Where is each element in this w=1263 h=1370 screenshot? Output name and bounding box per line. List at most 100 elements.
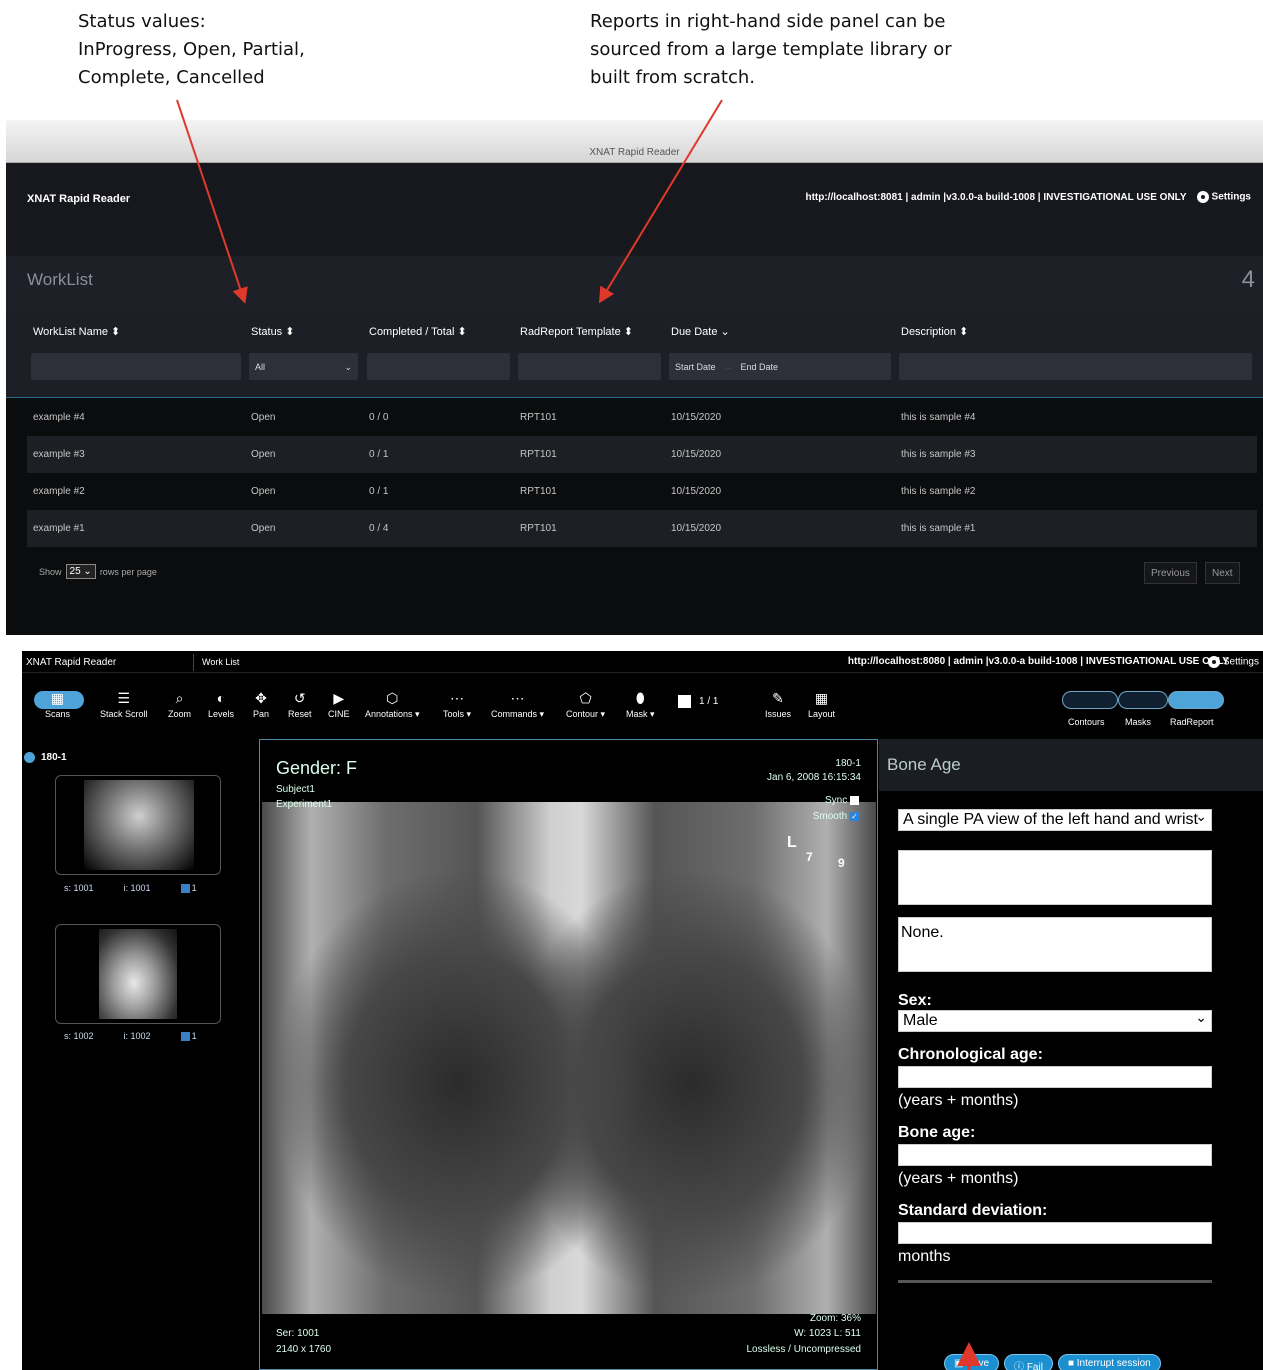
masks-toggle[interactable] <box>1118 691 1168 709</box>
col-name[interactable]: WorkList Name ⬍ <box>33 325 120 338</box>
filter-status-select[interactable]: All ⌄ <box>249 353 358 380</box>
radreport-label: RadReport <box>1170 717 1214 727</box>
levels-button[interactable]: ◐ Levels <box>208 690 234 719</box>
settings-button[interactable]: Settings <box>1207 656 1259 668</box>
view-select[interactable]: A single PA view of the left hand and wr… <box>898 809 1212 831</box>
col-template[interactable]: RadReport Template ⬍ <box>520 325 633 338</box>
frame-indicator: 1 / 1 <box>678 695 718 708</box>
filter-completed-input[interactable] <box>367 353 510 380</box>
xray-thumbnail <box>84 780 194 870</box>
col-description[interactable]: Description ⬍ <box>901 325 968 338</box>
settings-button[interactable]: Settings <box>1196 191 1251 203</box>
save-button[interactable]: ▣ Save <box>944 1354 1000 1370</box>
stop-icon: ■ <box>1067 1358 1077 1369</box>
table-row[interactable]: example #3 Open 0 / 1 RPT101 10/15/2020 this … <box>27 436 1257 473</box>
impression-textarea[interactable]: None. <box>898 917 1212 972</box>
contour-icon: ⬠ <box>579 690 592 706</box>
page-title: WorkList <box>27 270 93 289</box>
annotations-menu[interactable]: ⬡ Annotations ▾ <box>365 690 420 720</box>
session-header[interactable]: 180-1 <box>24 752 67 763</box>
thumbnail-panel: 180-1 s: 1001 i: 1001 1 s: 1002 i: 1002 1 <box>22 728 258 1370</box>
masks-label: Masks <box>1125 717 1152 727</box>
sync-checkbox[interactable]: Sync <box>825 795 859 806</box>
contrast-icon: ◐ <box>216 690 226 706</box>
next-button[interactable]: Next <box>1205 562 1240 584</box>
filter-template-input[interactable] <box>518 353 661 380</box>
mask-menu[interactable]: ⬮ Mask ▾ <box>626 690 655 720</box>
square-icon <box>678 695 691 708</box>
gear-icon <box>1196 191 1209 203</box>
pen-icon: ✎ <box>772 690 784 706</box>
save-icon: ▣ <box>954 1358 967 1369</box>
cine-button[interactable]: ▶ CINE <box>328 690 350 719</box>
pan-button[interactable]: ✥ Pan <box>253 690 269 719</box>
chevron-down-icon: ⌄ <box>83 566 92 577</box>
move-icon: ✥ <box>255 690 267 706</box>
info-icon: ⓘ <box>1014 1362 1027 1370</box>
zoom-button[interactable]: ⌕ Zoom <box>168 690 191 719</box>
radreport-panel: Bone Age A single PA view of the left ha… <box>879 739 1263 1370</box>
grid-icon: ▦ <box>814 690 829 706</box>
fail-button[interactable]: ⓘ Fail <box>1004 1354 1053 1370</box>
image-viewport[interactable]: Gender: F Subject1 Experiment1 180-1 Jan… <box>259 739 878 1370</box>
collapse-icon <box>24 752 35 763</box>
viewer-window: XNAT Rapid Reader Work List http://local… <box>22 651 1263 1370</box>
server-info: http://localhost:8081 | admin |v3.0.0-a … <box>805 191 1187 203</box>
app-name: XNAT Rapid Reader <box>26 657 117 668</box>
chronological-age-input[interactable] <box>898 1066 1212 1088</box>
bone-age-input[interactable] <box>898 1144 1212 1166</box>
col-completed[interactable]: Completed / Total ⬍ <box>369 325 467 338</box>
shapes-icon: ⬡ <box>386 690 399 706</box>
filter-description-input[interactable] <box>899 353 1252 380</box>
commands-menu[interactable]: ⋯ Commands ▾ <box>491 690 544 720</box>
layout-button[interactable]: ▦ Layout <box>808 690 835 719</box>
arrow-right-icon: → <box>723 362 733 372</box>
search-icon: ⌕ <box>175 690 184 706</box>
worklist-count: 4 <box>1241 266 1255 293</box>
check-icon: ✓ <box>850 811 859 821</box>
previous-button[interactable]: Previous <box>1144 562 1197 584</box>
table-row[interactable]: example #2 Open 0 / 1 RPT101 10/15/2020 this … <box>27 473 1257 510</box>
radreport-toggle[interactable] <box>1168 691 1224 709</box>
smooth-checkbox[interactable]: Smooth ✓ <box>813 811 859 822</box>
contours-label: Contours <box>1068 717 1105 727</box>
stack-icon <box>180 1032 190 1042</box>
table-row[interactable]: example #1 Open 0 / 4 RPT101 10/15/2020 this … <box>27 510 1257 547</box>
filter-name-input[interactable] <box>31 353 241 380</box>
stack-scroll-button[interactable]: ☰ Stack Scroll <box>100 690 148 719</box>
pager: Show 25 ⌄ rows per page <box>39 564 157 579</box>
more-icon: ⋯ <box>510 690 525 706</box>
viewer-topbar: XNAT Rapid Reader Work List http://local… <box>22 651 1263 673</box>
tools-menu[interactable]: ⋯ Tools ▾ <box>443 690 471 720</box>
server-info: http://localhost:8080 | admin |v3.0.0-a … <box>847 656 1229 667</box>
grid-icon: ▦ <box>50 690 65 706</box>
stack-icon <box>180 884 190 894</box>
contours-toggle[interactable] <box>1062 691 1118 709</box>
contour-menu[interactable]: ⬠ Contour ▾ <box>566 690 605 720</box>
thumbnail-series-1002[interactable] <box>55 924 221 1024</box>
mask-icon: ⬮ <box>635 690 645 706</box>
gender-label: Gender: F <box>276 758 358 778</box>
table-row[interactable]: example #4 Open 0 / 0 RPT101 10/15/2020 this … <box>27 399 1257 436</box>
col-due[interactable]: Due Date ⌄ <box>671 325 730 338</box>
scans-button[interactable]: ▦ Scans <box>45 690 70 719</box>
findings-textarea[interactable] <box>898 850 1212 905</box>
thumbnail-series-1001[interactable] <box>55 775 221 875</box>
play-icon: ▶ <box>333 690 345 706</box>
app-name: XNAT Rapid Reader <box>27 193 131 205</box>
issues-button[interactable]: ✎ Issues <box>765 690 791 719</box>
interrupt-session-button[interactable]: ■ Interrupt session <box>1057 1354 1161 1370</box>
tab-work-list[interactable]: Work List <box>202 657 239 667</box>
page-size-select[interactable]: 25 ⌄ <box>65 564 96 579</box>
sex-select[interactable]: Male <box>898 1010 1212 1032</box>
app-header: XNAT Rapid Reader http://localhost:8081 … <box>6 163 1263 256</box>
worklist-window: XNAT Rapid Reader XNAT Rapid Reader http… <box>6 120 1263 635</box>
reset-button[interactable]: ↺ Reset <box>288 690 312 719</box>
filter-date-range[interactable]: Start Date → End Date <box>669 353 891 380</box>
chevron-down-icon: ⌄ <box>344 362 352 372</box>
annotation-status-values: Status values: InProgress, Open, Partial… <box>78 11 305 88</box>
gear-icon <box>1207 656 1220 668</box>
standard-deviation-input[interactable] <box>898 1222 1212 1244</box>
menu-icon: ☰ <box>117 690 131 706</box>
col-status[interactable]: Status ⬍ <box>251 325 294 338</box>
